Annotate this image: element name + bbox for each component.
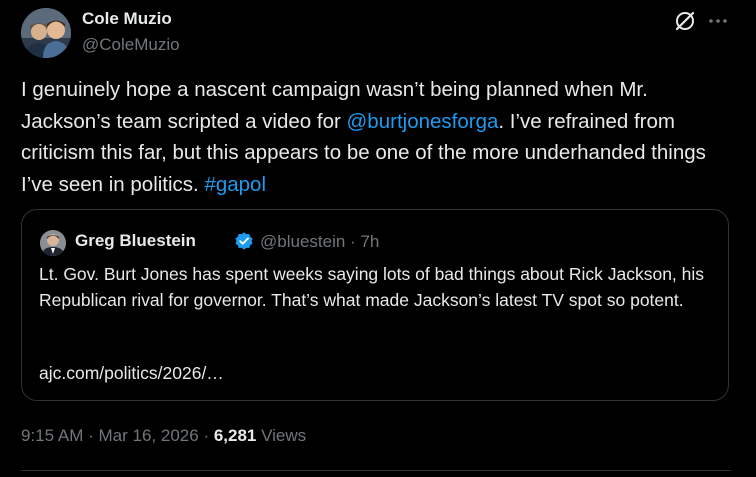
grok-icon[interactable] [674,10,696,32]
profile-photo-icon [40,230,66,256]
quoted-meta: @bluestein · 7h [260,232,379,252]
profile-photo-icon [21,8,71,58]
post-date[interactable]: Mar 16, 2026 [99,426,199,445]
quoted-author-handle[interactable]: @bluestein [260,232,345,251]
tweet: Cole Muzio @ColeMuzio I genuinely hope a… [0,0,756,477]
quoted-tweet-text: Lt. Gov. Burt Jones has spent weeks sayi… [39,264,705,310]
author-handle[interactable]: @ColeMuzio [82,35,180,55]
verified-badge-icon [235,232,253,250]
hashtag-link[interactable]: #gapol [204,173,266,196]
tweet-meta: 9:15 AM · Mar 16, 2026 · 6,281 Views [21,426,306,446]
author-avatar[interactable] [21,8,71,58]
quoted-author-avatar[interactable] [40,230,66,256]
views-count: 6,281 [213,426,257,445]
post-time[interactable]: 9:15 AM [21,426,83,445]
meta-separator: · [203,426,210,445]
meta-separator: · [88,426,94,445]
divider [21,470,731,471]
quoted-author-display-name[interactable]: Greg Bluestein [75,231,196,251]
tweet-text: I genuinely hope a nascent campaign wasn… [21,74,731,200]
mention-link[interactable]: @burtjonesforga [347,110,499,133]
quoted-time-ago[interactable]: 7h [360,232,379,251]
quoted-tweet-card[interactable]: Greg Bluestein @bluestein · 7h Lt. Gov. … [21,209,729,401]
meta-separator: · [350,232,356,251]
quoted-link[interactable]: ajc.com/politics/2026/… [39,363,224,384]
more-options-icon[interactable] [706,10,730,32]
author-display-name[interactable]: Cole Muzio [82,9,172,29]
views-label: Views [261,426,307,445]
